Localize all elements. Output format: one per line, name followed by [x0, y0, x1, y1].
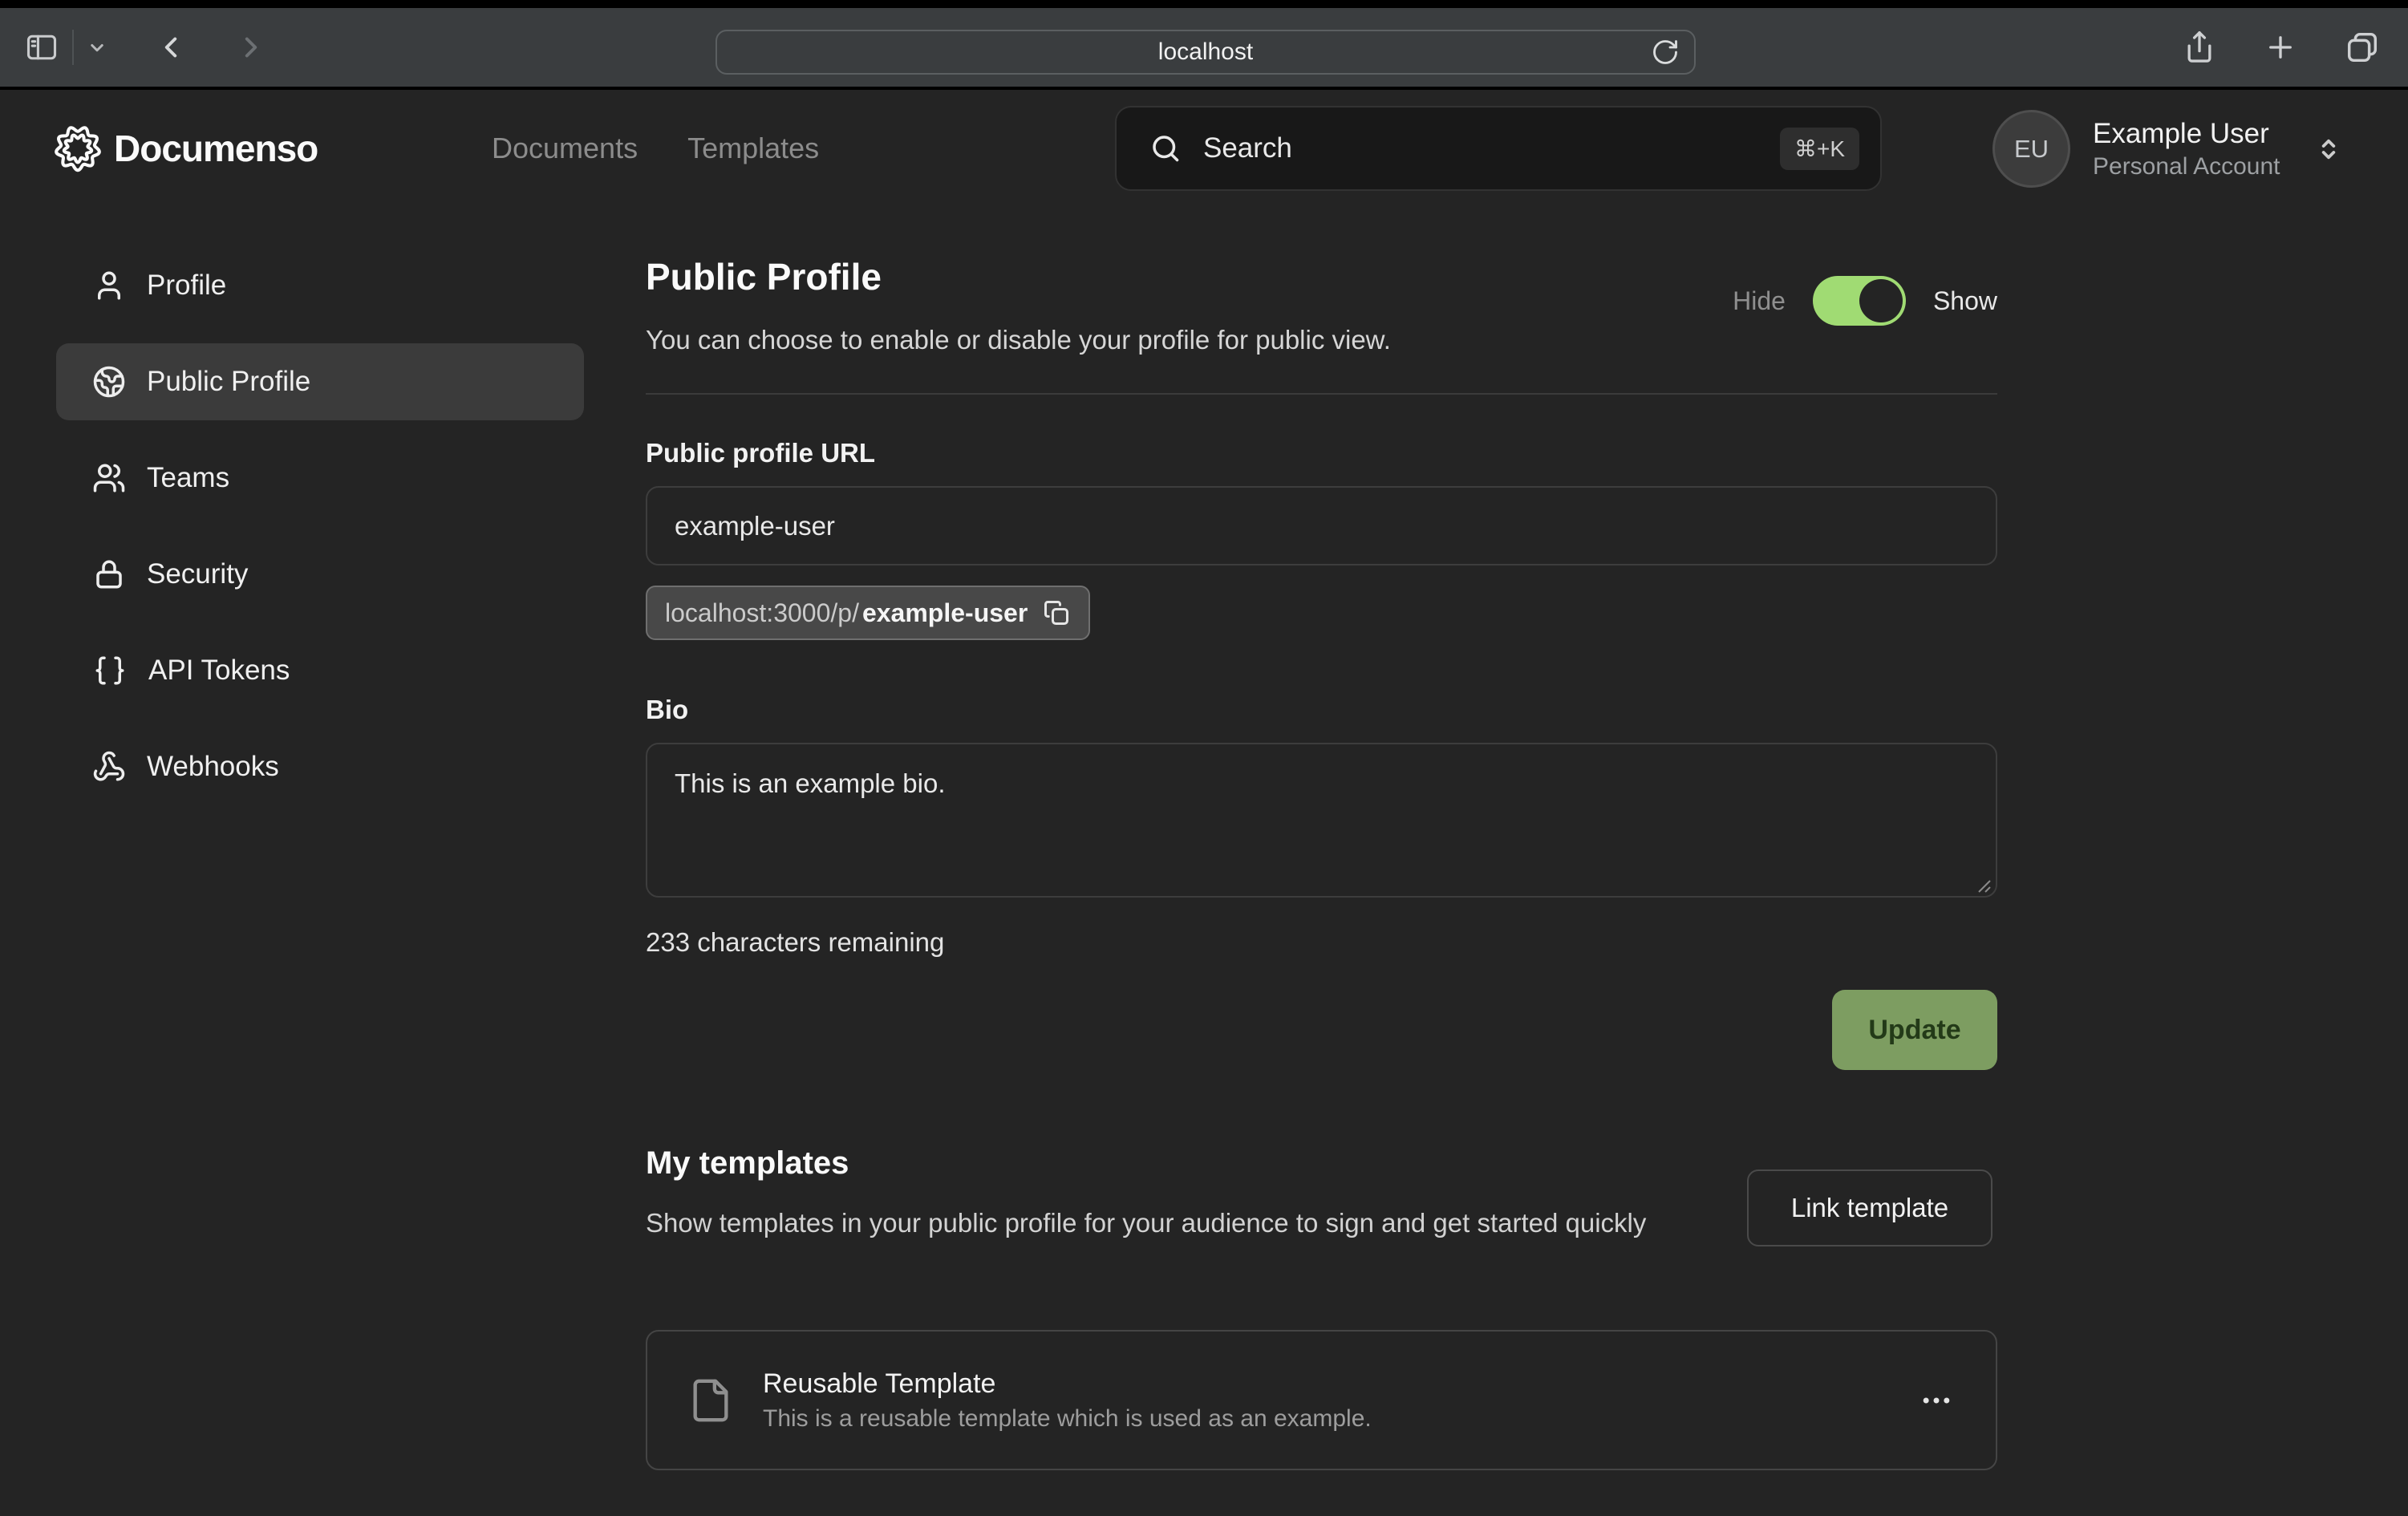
- profile-url-prefix: localhost:3000/p/: [665, 598, 859, 628]
- reload-icon[interactable]: [1651, 38, 1680, 67]
- public-profile-settings: Public Profile Hide Show You can choose …: [646, 90, 1997, 1516]
- address-bar[interactable]: localhost: [716, 30, 1696, 75]
- public-profile-url-input[interactable]: [646, 486, 1997, 565]
- bio-field-label: Bio: [646, 695, 688, 725]
- sidebar-item-label: API Tokens: [148, 655, 290, 687]
- brand-name: Documenso: [114, 127, 318, 170]
- profile-url-slug: example-user: [862, 598, 1028, 628]
- template-card[interactable]: Reusable Template This is a reusable tem…: [646, 1330, 1997, 1470]
- browser-toolbar: localhost: [0, 8, 2408, 87]
- link-template-button[interactable]: Link template: [1747, 1169, 1992, 1246]
- page-subtitle: You can choose to enable or disable your…: [646, 325, 1391, 355]
- tabs-overview-icon[interactable]: [2344, 29, 2381, 66]
- nav-documents[interactable]: Documents: [492, 131, 638, 166]
- section-divider: [646, 393, 1997, 395]
- documenso-logo-icon: [53, 124, 103, 173]
- share-icon[interactable]: [2182, 30, 2217, 65]
- sidebar-item-public-profile[interactable]: Public Profile: [56, 343, 584, 420]
- webhook-icon: [92, 750, 126, 784]
- globe-icon: [92, 365, 126, 399]
- chevrons-up-down-icon: [2313, 134, 2344, 164]
- toggle-knob: [1859, 279, 1903, 322]
- my-templates-title: My templates: [646, 1145, 849, 1182]
- update-button[interactable]: Update: [1832, 990, 1997, 1070]
- sidebar-item-webhooks[interactable]: Webhooks: [56, 728, 584, 805]
- sidebar-item-label: Webhooks: [147, 751, 279, 783]
- sidebar-item-teams[interactable]: Teams: [56, 440, 584, 517]
- new-tab-icon[interactable]: [2264, 30, 2297, 64]
- sidebar-item-label: Teams: [147, 462, 229, 494]
- template-description: This is a reusable template which is use…: [763, 1402, 1919, 1436]
- sidebar-item-profile[interactable]: Profile: [56, 247, 584, 324]
- user-menu[interactable]: EU Example User Personal Account: [1992, 110, 2344, 188]
- bio-textarea[interactable]: This is an example bio.: [646, 743, 1997, 898]
- browser-chrome: localhost: [0, 0, 2408, 90]
- user-icon: [92, 269, 126, 302]
- sidebar-item-label: Public Profile: [147, 366, 310, 398]
- users-icon: [92, 461, 126, 495]
- documenso-app: Documenso Documents Templates Search ⌘+K…: [0, 90, 2408, 1516]
- page-title: Public Profile: [646, 255, 882, 298]
- back-icon[interactable]: [154, 30, 188, 64]
- sidebar-item-label: Profile: [147, 270, 226, 302]
- toggle-show-label: Show: [1933, 286, 1997, 316]
- tab-group-chevron-icon[interactable]: [85, 35, 109, 59]
- sidebar-item-security[interactable]: Security: [56, 536, 584, 613]
- sidebar-item-label: Security: [147, 558, 248, 590]
- settings-sidebar: Profile Public Profile Teams: [56, 247, 584, 805]
- url-field-label: Public profile URL: [646, 438, 875, 468]
- visibility-toggle-row: Hide Show: [1733, 276, 1997, 326]
- user-name: Example User: [2093, 116, 2280, 152]
- lock-icon: [92, 557, 126, 591]
- toolbar-divider: [72, 30, 74, 65]
- copy-icon[interactable]: [1042, 598, 1071, 627]
- sidebar-item-api-tokens[interactable]: API Tokens: [56, 632, 584, 709]
- toggle-hide-label: Hide: [1733, 286, 1786, 316]
- template-actions-menu-icon[interactable]: [1919, 1383, 1954, 1418]
- address-bar-url: localhost: [1158, 39, 1253, 66]
- profile-url-copy-chip[interactable]: localhost:3000/p/ example-user: [646, 586, 1090, 640]
- my-templates-description: Show templates in your public profile fo…: [646, 1203, 1705, 1243]
- file-icon: [687, 1377, 734, 1424]
- characters-remaining: 233 characters remaining: [646, 927, 944, 958]
- template-title: Reusable Template: [763, 1365, 1919, 1402]
- sidebar-toggle-icon[interactable]: [24, 30, 59, 65]
- brand[interactable]: Documenso: [53, 124, 318, 173]
- braces-icon: [93, 654, 127, 687]
- profile-visibility-toggle[interactable]: [1813, 276, 1906, 326]
- user-account-type: Personal Account: [2093, 152, 2280, 182]
- avatar: EU: [1992, 110, 2070, 188]
- forward-icon[interactable]: [234, 30, 268, 64]
- avatar-initials: EU: [2014, 135, 2049, 164]
